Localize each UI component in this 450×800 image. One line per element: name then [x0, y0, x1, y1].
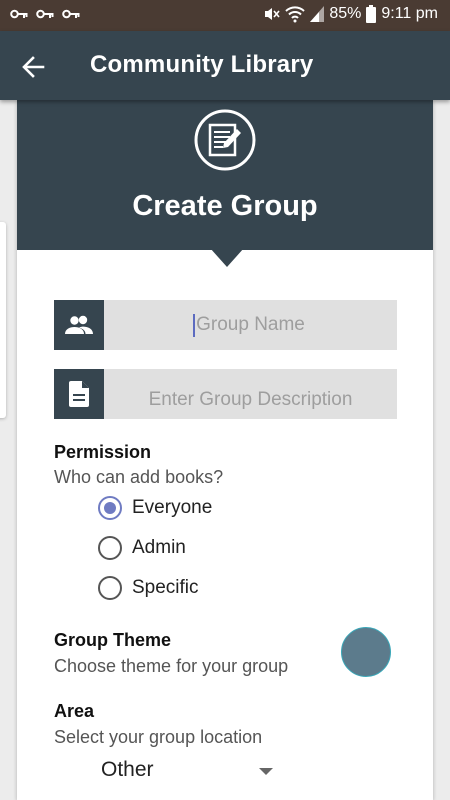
group-description-input-box	[104, 369, 397, 419]
radio-label: Specific	[132, 577, 199, 598]
notification-icons	[10, 7, 80, 21]
area-subtitle: Select your group location	[54, 727, 263, 747]
group-icon	[65, 315, 93, 334]
group-description-field[interactable]	[54, 369, 397, 419]
group-name-input[interactable]	[104, 300, 397, 350]
edit-document-icon	[194, 109, 256, 171]
radio-label: Everyone	[132, 497, 213, 518]
key-icon	[62, 9, 80, 19]
area-dropdown[interactable]: Other	[101, 755, 281, 787]
radio-everyone[interactable]: Everyone	[98, 493, 212, 523]
document-icon	[69, 381, 89, 407]
radio-button[interactable]	[98, 576, 122, 600]
radio-label: Admin	[132, 537, 186, 558]
area-title: Area	[54, 701, 95, 721]
signal-icon	[310, 6, 325, 22]
arrow-left-icon	[22, 56, 45, 78]
radio-dot	[104, 502, 116, 514]
radio-admin[interactable]: Admin	[98, 533, 186, 563]
battery-level: 85%	[329, 5, 362, 22]
battery-icon	[366, 5, 377, 23]
text-caret	[193, 314, 195, 337]
radio-button[interactable]	[98, 536, 122, 560]
system-icons: 85% 9:11 pm	[262, 5, 438, 23]
adjacent-card-edge	[0, 222, 6, 418]
group-name-field[interactable]	[54, 300, 397, 350]
clock: 9:11 pm	[381, 5, 438, 22]
theme-subtitle: Choose theme for your group	[54, 656, 289, 676]
wifi-icon	[285, 6, 306, 23]
group-description-input[interactable]	[104, 369, 397, 419]
permission-subtitle: Who can add books?	[54, 467, 224, 487]
create-group-card: Create Group Group Name Enter Group Desc…	[17, 100, 433, 800]
card-header: Create Group	[17, 100, 433, 250]
theme-color-picker[interactable]	[341, 627, 391, 677]
document-icon-box	[54, 369, 104, 419]
app-title: Community Library	[90, 51, 314, 78]
app-bar: Community Library	[0, 31, 450, 100]
radio-button-checked[interactable]	[98, 496, 122, 520]
group-name-input-box	[104, 300, 397, 350]
header-pointer	[210, 248, 244, 267]
key-icon	[10, 9, 28, 19]
theme-title: Group Theme	[54, 630, 172, 650]
radio-specific[interactable]: Specific	[98, 573, 199, 603]
area-selected-value: Other	[101, 758, 154, 781]
page-title: Create Group	[132, 190, 318, 222]
permission-title: Permission	[54, 442, 152, 462]
mute-icon	[265, 8, 280, 20]
chevron-down-icon	[259, 768, 273, 775]
status-bar: 85% 9:11 pm	[0, 0, 450, 31]
group-icon-box	[54, 300, 104, 350]
key-icon	[36, 9, 54, 19]
back-button[interactable]	[18, 52, 48, 82]
